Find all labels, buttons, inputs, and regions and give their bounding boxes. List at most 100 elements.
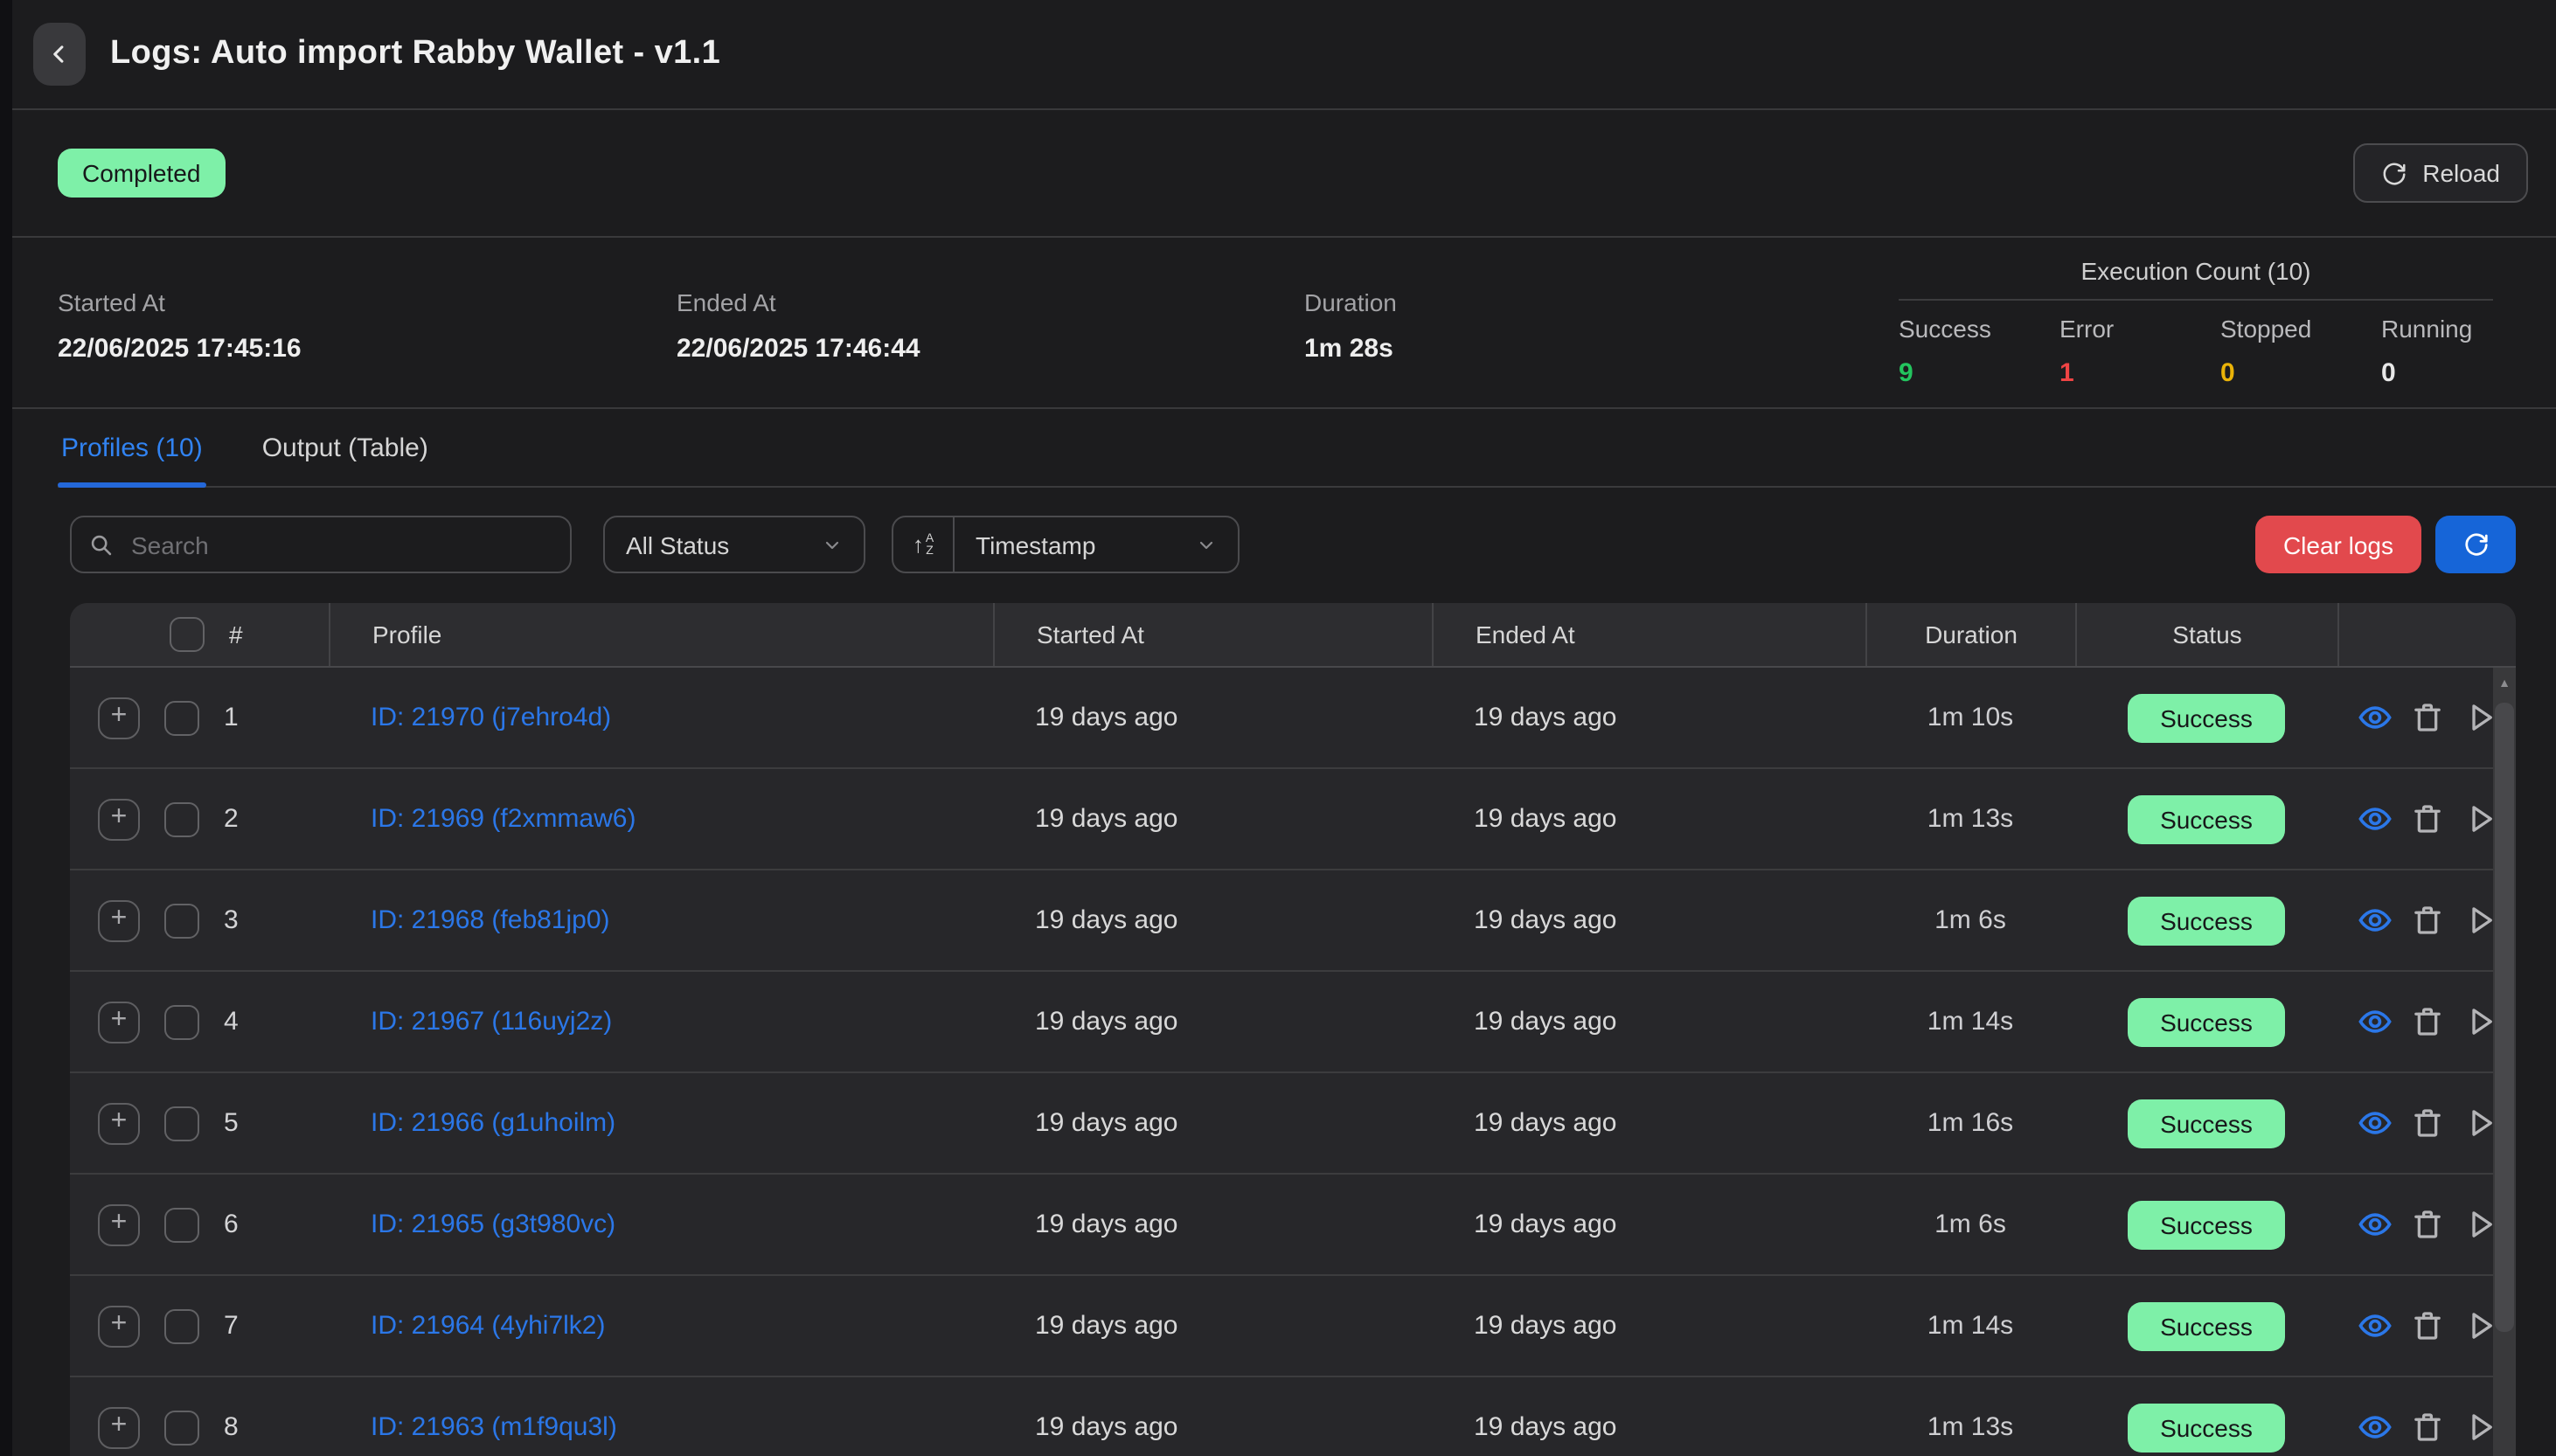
status-row: Completed Reload [12, 110, 2556, 236]
scrollbar-thumb[interactable] [2495, 703, 2514, 1332]
refresh-table-button[interactable] [2435, 516, 2516, 573]
clear-logs-button[interactable]: Clear logs [2255, 516, 2421, 573]
row-checkbox[interactable] [164, 801, 199, 836]
row-index: 7 [224, 1311, 239, 1341]
eye-icon [2356, 801, 2393, 837]
eye-icon [2356, 1003, 2393, 1040]
eye-icon [2356, 902, 2393, 939]
sort-direction-button[interactable]: ↑ AZ [893, 517, 955, 572]
profile-link[interactable]: ID: 21970 (j7ehro4d) [371, 703, 611, 732]
table-body: + 1 ID: 21970 (j7ehro4d) 19 days ago 19 … [70, 668, 2516, 1456]
back-button[interactable] [33, 23, 86, 86]
view-log-button[interactable] [2355, 698, 2393, 737]
duration-value: 1m 28s [1304, 334, 1899, 364]
trash-icon [2408, 1105, 2445, 1141]
expand-row-button[interactable]: + [98, 1406, 140, 1448]
reload-button[interactable]: Reload [2352, 143, 2528, 203]
sort-by-value: Timestamp [976, 530, 1095, 558]
duration-cell: 1m 6s [1865, 905, 2075, 935]
started-at-cell: 19 days ago [993, 1108, 1432, 1138]
row-checkbox[interactable] [164, 700, 199, 735]
delete-log-button[interactable] [2407, 1002, 2446, 1041]
expand-row-button[interactable]: + [98, 1001, 140, 1043]
delete-log-button[interactable] [2407, 800, 2446, 838]
expand-row-button[interactable]: + [98, 798, 140, 840]
profile-link[interactable]: ID: 21968 (feb81jp0) [371, 905, 610, 935]
profile-link[interactable]: ID: 21965 (g3t980vc) [371, 1210, 615, 1239]
profile-link[interactable]: ID: 21969 (f2xmmaw6) [371, 804, 636, 834]
trash-icon [2408, 1409, 2445, 1446]
status-pill: Success [2127, 997, 2286, 1046]
eye-icon [2356, 699, 2393, 736]
column-status: Status [2075, 603, 2337, 666]
trash-icon [2408, 1307, 2445, 1344]
ended-at-cell: 19 days ago [1432, 1311, 1865, 1341]
exec-error-label: Error [2059, 315, 2220, 343]
exec-success-label: Success [1899, 315, 2059, 343]
refresh-icon [2462, 531, 2489, 558]
duration-cell: 1m 14s [1865, 1311, 2075, 1341]
table-scrollbar[interactable]: ▲ [2493, 668, 2516, 1456]
execution-count-title: Execution Count (10) [1899, 257, 2493, 299]
delete-log-button[interactable] [2407, 901, 2446, 939]
eye-icon [2356, 1409, 2393, 1446]
profile-link[interactable]: ID: 21967 (116uyj2z) [371, 1007, 612, 1037]
row-checkbox[interactable] [164, 1410, 199, 1445]
trash-icon [2408, 699, 2445, 736]
row-checkbox[interactable] [164, 1106, 199, 1141]
delete-log-button[interactable] [2407, 1307, 2446, 1345]
delete-log-button[interactable] [2407, 698, 2446, 737]
expand-row-button[interactable]: + [98, 697, 140, 738]
expand-row-button[interactable]: + [98, 1102, 140, 1144]
status-pill: Success [2127, 896, 2286, 945]
tab-profiles[interactable]: Profiles (10) [58, 433, 206, 486]
duration-stat: Duration 1m 28s [1304, 288, 1899, 364]
delete-log-button[interactable] [2407, 1408, 2446, 1446]
reload-label: Reload [2422, 159, 2500, 187]
exec-success-value: 9 [1899, 358, 2059, 388]
expand-row-button[interactable]: + [98, 899, 140, 941]
profile-link[interactable]: ID: 21963 (m1f9qu3l) [371, 1412, 617, 1442]
column-profile: Profile [329, 603, 993, 666]
exec-success: Success 9 [1899, 315, 2059, 388]
status-pill: Success [2127, 1099, 2286, 1147]
profile-link[interactable]: ID: 21964 (4yhi7lk2) [371, 1311, 606, 1341]
row-checkbox[interactable] [164, 1207, 199, 1242]
view-log-button[interactable] [2355, 800, 2393, 838]
view-log-button[interactable] [2355, 901, 2393, 939]
view-log-button[interactable] [2355, 1307, 2393, 1345]
table-row: + 2 ID: 21969 (f2xmmaw6) 19 days ago 19 … [70, 769, 2516, 870]
tab-output-table[interactable]: Output (Table) [259, 433, 432, 486]
status-pill: Success [2127, 794, 2286, 843]
expand-row-button[interactable]: + [98, 1305, 140, 1347]
status-filter-select[interactable]: All Status [603, 516, 865, 573]
search-input[interactable] [128, 529, 552, 560]
duration-cell: 1m 14s [1865, 1007, 2075, 1037]
trash-icon [2408, 1206, 2445, 1243]
duration-cell: 1m 13s [1865, 1412, 2075, 1442]
select-all-checkbox[interactable] [170, 617, 205, 652]
view-log-button[interactable] [2355, 1002, 2393, 1041]
row-checkbox[interactable] [164, 1004, 199, 1039]
page-title: Logs: Auto import Rabby Wallet - v1.1 [110, 35, 720, 73]
delete-log-button[interactable] [2407, 1205, 2446, 1244]
scroll-up-button[interactable]: ▲ [2493, 668, 2516, 699]
exec-running: Running 0 [2381, 315, 2472, 388]
row-checkbox[interactable] [164, 903, 199, 938]
view-log-button[interactable] [2355, 1104, 2393, 1142]
expand-row-button[interactable]: + [98, 1203, 140, 1245]
table-row: + 6 ID: 21965 (g3t980vc) 19 days ago 19 … [70, 1175, 2516, 1276]
trash-icon [2408, 801, 2445, 837]
tab-bar: Profiles (10) Output (Table) [58, 409, 2556, 488]
play-icon [2461, 1105, 2497, 1141]
table-row: + 8 ID: 21963 (m1f9qu3l) 19 days ago 19 … [70, 1377, 2516, 1456]
sort-by-select[interactable]: Timestamp [955, 517, 1238, 572]
table-row: + 1 ID: 21970 (j7ehro4d) 19 days ago 19 … [70, 668, 2516, 769]
trash-icon [2408, 902, 2445, 939]
view-log-button[interactable] [2355, 1205, 2393, 1244]
profile-link[interactable]: ID: 21966 (g1uhoilm) [371, 1108, 615, 1138]
view-log-button[interactable] [2355, 1408, 2393, 1446]
row-checkbox[interactable] [164, 1308, 199, 1343]
chevron-down-icon [1196, 534, 1217, 555]
delete-log-button[interactable] [2407, 1104, 2446, 1142]
